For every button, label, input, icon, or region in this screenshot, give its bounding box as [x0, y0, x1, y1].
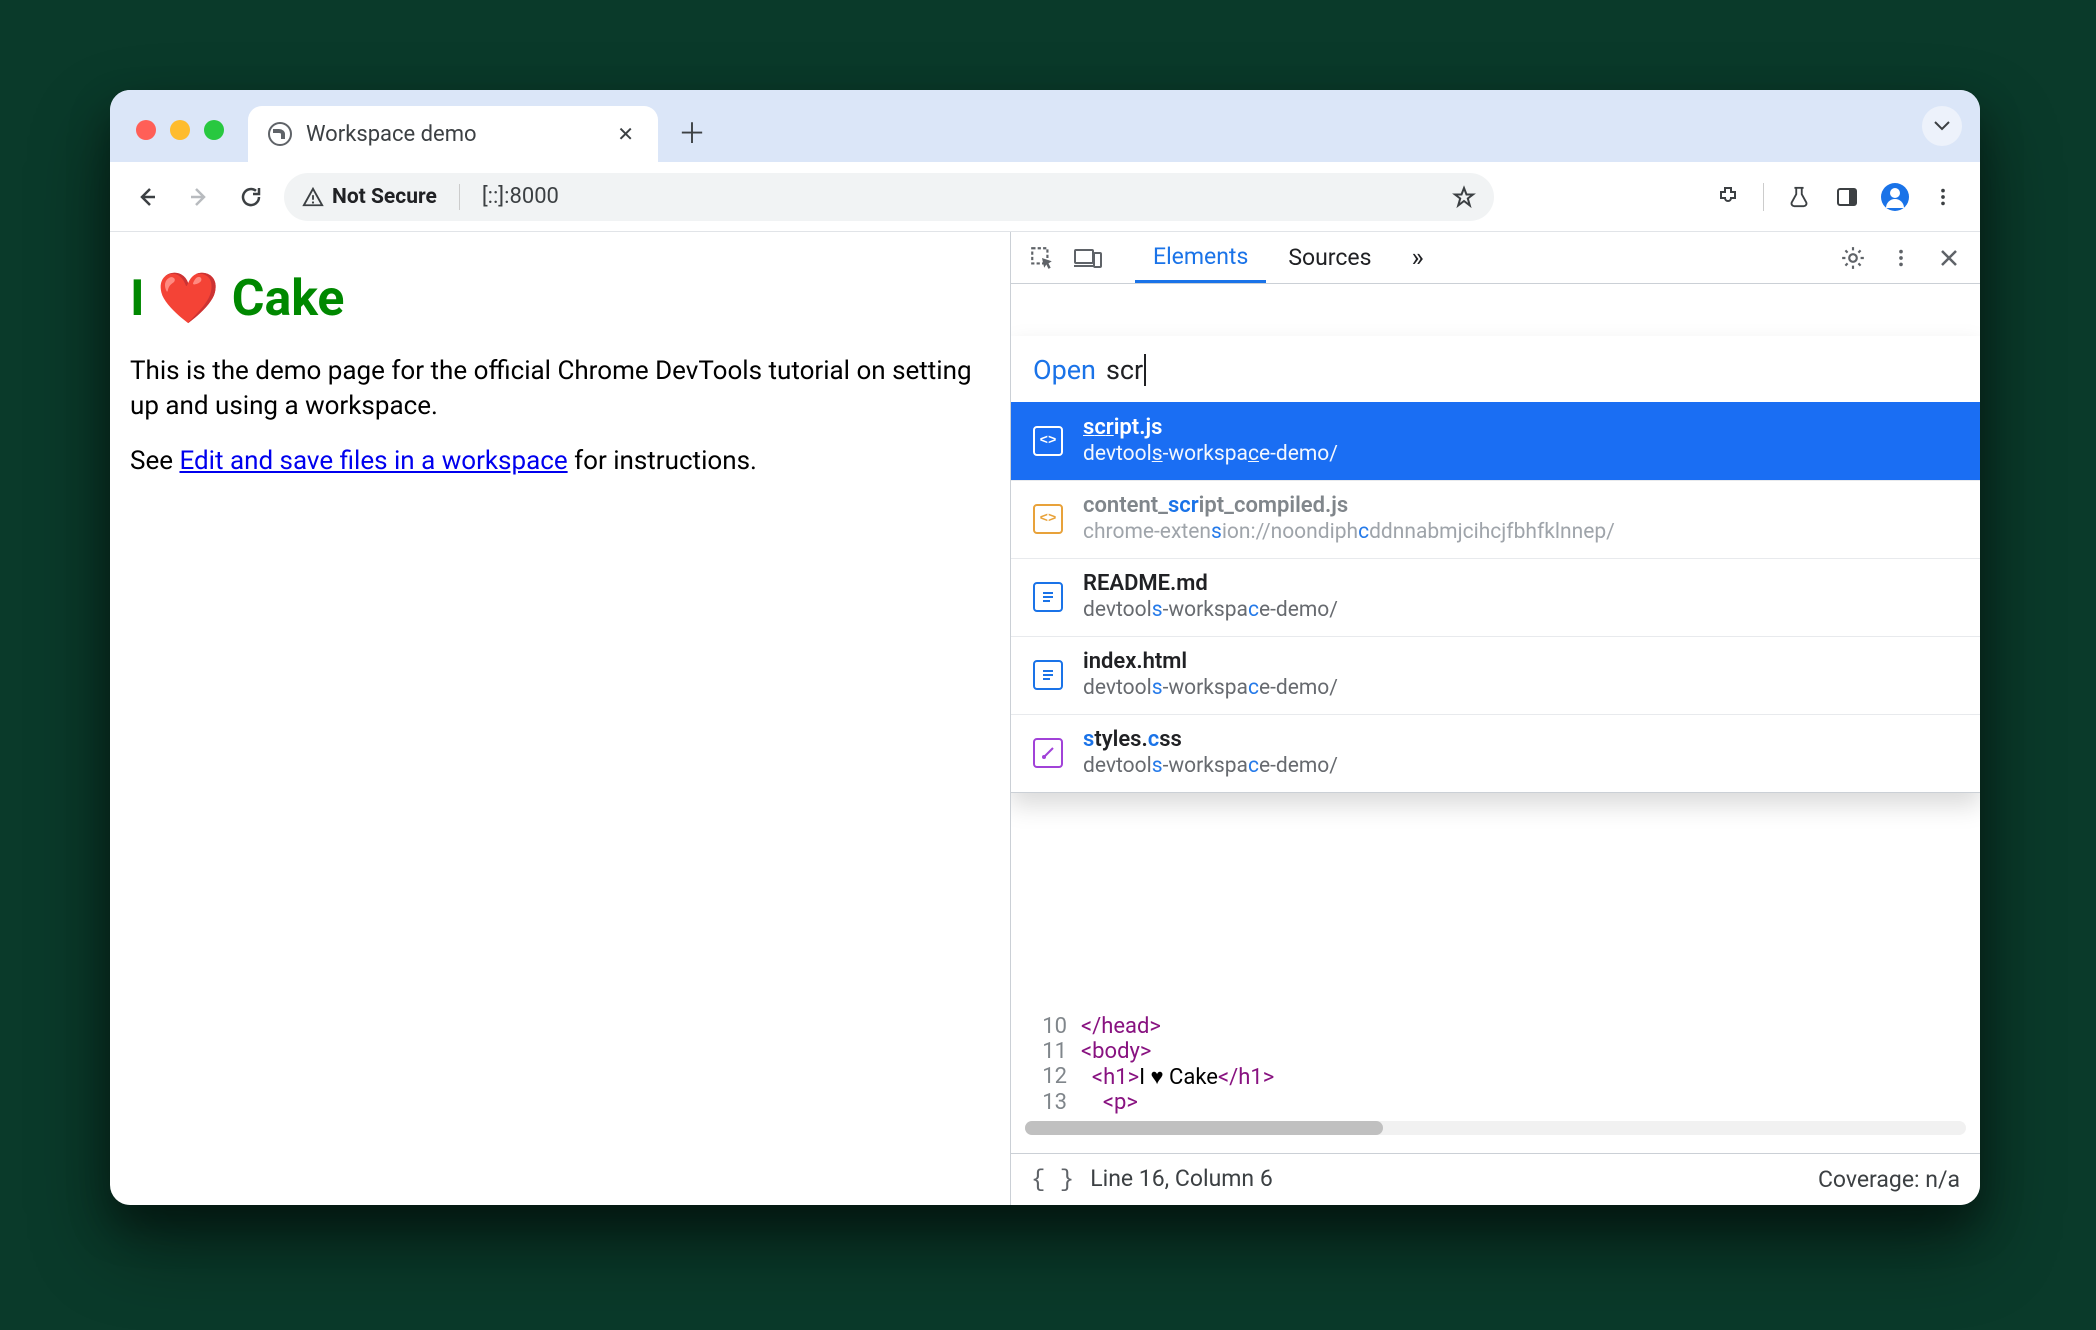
- document-icon: [1033, 660, 1063, 690]
- result-path: devtools-workspace-demo/: [1083, 598, 1338, 622]
- devtools-statusbar: { } Line 16, Column 6 Coverage: n/a: [1011, 1153, 1980, 1205]
- open-file-result[interactable]: <> script.jsdevtools-workspace-demo/: [1011, 402, 1980, 480]
- result-filename: index.html: [1083, 649, 1338, 674]
- document-icon: [1033, 582, 1063, 612]
- open-file-dropdown: Open scr <>script.jsdevtools-workspace-d…: [1011, 336, 1980, 793]
- cursor-position: Line 16, Column 6: [1090, 1165, 1273, 1192]
- open-file-result[interactable]: README.mddevtools-workspace-demo/: [1011, 558, 1980, 636]
- extensions-button[interactable]: [1705, 174, 1751, 220]
- devtools-menu-button[interactable]: [1880, 237, 1922, 279]
- window-controls: [110, 120, 248, 162]
- open-file-search[interactable]: Open scr: [1011, 336, 1980, 402]
- devtools-editor-area: 10</head>11<body>12 <h1>I ♥ Cake</h1>13 …: [1011, 284, 1980, 1153]
- devtools-close-button[interactable]: [1928, 237, 1970, 279]
- open-label: Open: [1033, 354, 1096, 386]
- devtools-tabbar: Elements Sources »: [1011, 232, 1980, 284]
- code-lines: 10</head>11<body>12 <h1>I ♥ Cake</h1>13 …: [1011, 1014, 1980, 1115]
- code-line[interactable]: 10</head>: [1011, 1014, 1980, 1039]
- url-text: [::]:8000: [482, 184, 559, 209]
- avatar-icon: [1881, 183, 1909, 211]
- result-filename: README.md: [1083, 571, 1338, 596]
- bookmark-button[interactable]: [1452, 185, 1476, 209]
- profile-button[interactable]: [1872, 174, 1918, 220]
- navigation-toolbar: Not Secure [::]:8000: [110, 162, 1980, 232]
- result-filename: content_script_compiled.js: [1083, 493, 1615, 518]
- new-tab-button[interactable]: ＋: [664, 112, 720, 162]
- open-file-results: <>script.jsdevtools-workspace-demo/<>con…: [1011, 402, 1980, 792]
- stylesheet-icon: [1033, 738, 1063, 768]
- security-label: Not Secure: [332, 185, 437, 209]
- tab-sources[interactable]: Sources: [1270, 232, 1389, 283]
- device-toolbar-button[interactable]: [1067, 237, 1109, 279]
- page-paragraph: See Edit and save files in a workspace f…: [130, 444, 990, 479]
- script-icon: <>: [1033, 504, 1063, 534]
- coverage-status: Coverage: n/a: [1818, 1166, 1960, 1193]
- tab-list-button[interactable]: [1922, 106, 1962, 146]
- close-tab-button[interactable]: ✕: [609, 118, 642, 150]
- open-file-result[interactable]: <> content_script_compiled.jschrome-exten…: [1011, 480, 1980, 558]
- minimize-window-button[interactable]: [170, 120, 190, 140]
- side-panel-button[interactable]: [1824, 174, 1870, 220]
- tab-more[interactable]: »: [1393, 232, 1441, 283]
- result-filename: script.js: [1083, 415, 1338, 440]
- script-icon: <>: [1033, 426, 1063, 456]
- open-query: scr: [1106, 354, 1146, 386]
- tab-title: Workspace demo: [306, 122, 595, 147]
- code-line[interactable]: 13 <p>: [1011, 1090, 1980, 1115]
- close-window-button[interactable]: [136, 120, 156, 140]
- address-bar[interactable]: Not Secure [::]:8000: [284, 173, 1494, 221]
- browser-window: Workspace demo ✕ ＋ Not Secure [::]:8000: [110, 90, 1980, 1205]
- browser-menu-button[interactable]: [1920, 174, 1966, 220]
- warning-icon: [302, 186, 324, 208]
- result-path: devtools-workspace-demo/: [1083, 754, 1338, 778]
- devtools-settings-button[interactable]: [1832, 237, 1874, 279]
- result-path: chrome-extension://noondiphcddnnabmjcihc…: [1083, 520, 1615, 544]
- result-path: devtools-workspace-demo/: [1083, 442, 1338, 466]
- labs-button[interactable]: [1776, 174, 1822, 220]
- result-path: devtools-workspace-demo/: [1083, 676, 1338, 700]
- code-line[interactable]: 11<body>: [1011, 1039, 1980, 1064]
- toolbar-right: [1705, 174, 1966, 220]
- code-line[interactable]: 12 <h1>I ♥ Cake</h1>: [1011, 1064, 1980, 1090]
- forward-button[interactable]: [176, 174, 222, 220]
- page-paragraph: This is the demo page for the official C…: [130, 354, 990, 424]
- open-file-result[interactable]: styles.cssdevtools-workspace-demo/: [1011, 714, 1980, 792]
- devtools-panel: Elements Sources » 10</head>1: [1010, 232, 1980, 1205]
- inspect-element-button[interactable]: [1021, 237, 1063, 279]
- globe-icon: [268, 122, 292, 146]
- open-file-result[interactable]: index.htmldevtools-workspace-demo/: [1011, 636, 1980, 714]
- tab-elements[interactable]: Elements: [1135, 232, 1266, 283]
- horizontal-scrollbar[interactable]: [1025, 1121, 1966, 1135]
- tab-strip: Workspace demo ✕ ＋: [110, 90, 1980, 162]
- tutorial-link[interactable]: Edit and save files in a workspace: [179, 446, 567, 476]
- zoom-window-button[interactable]: [204, 120, 224, 140]
- reload-button[interactable]: [228, 174, 274, 220]
- result-filename: styles.css: [1083, 727, 1338, 752]
- page-content: I ❤️ Cake This is the demo page for the …: [110, 232, 1010, 1205]
- browser-tab[interactable]: Workspace demo ✕: [248, 106, 658, 162]
- security-chip[interactable]: Not Secure: [302, 185, 437, 209]
- page-heading: I ❤️ Cake: [130, 270, 990, 328]
- pretty-print-button[interactable]: { }: [1031, 1167, 1074, 1194]
- back-button[interactable]: [124, 174, 170, 220]
